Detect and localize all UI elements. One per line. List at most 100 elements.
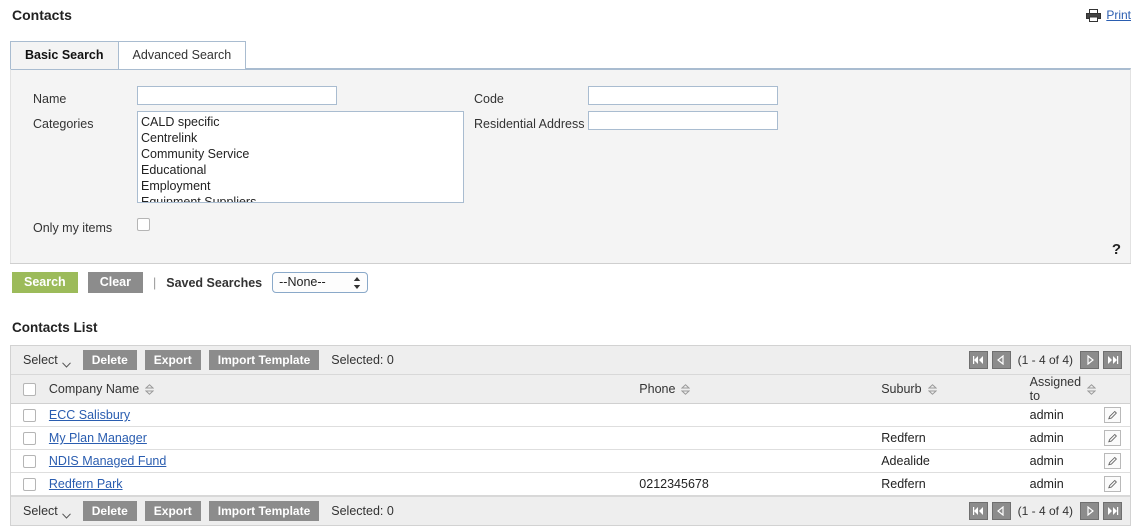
residential-address-input[interactable] [588, 111, 778, 130]
cell-edit [1100, 472, 1130, 496]
category-option[interactable]: Educational [141, 162, 463, 178]
search-tabs: Basic Search Advanced Search [10, 41, 247, 69]
row-checkbox[interactable] [23, 409, 36, 422]
category-option[interactable]: Community Service [141, 146, 463, 162]
pencil-icon [1108, 433, 1118, 442]
delete-button-bottom[interactable]: Delete [82, 501, 137, 521]
last-page-button-bottom[interactable] [1103, 502, 1122, 520]
sort-arrows-icon [1086, 383, 1097, 395]
saved-searches-select[interactable]: --None-- [272, 272, 369, 293]
row-select-cell [11, 426, 45, 450]
chevron-down-icon [61, 357, 71, 368]
column-label: Suburb [881, 382, 922, 396]
cell-company-name: My Plan Manager [44, 426, 636, 450]
pagination-top: (1 - 4 of 4) [968, 351, 1122, 369]
pencil-icon [1108, 410, 1118, 419]
row-checkbox[interactable] [23, 455, 36, 468]
row-select-cell [11, 449, 45, 473]
name-label: Name [33, 92, 67, 106]
first-page-button-top[interactable] [968, 351, 988, 369]
cell-edit [1100, 403, 1130, 427]
cell-phone [635, 426, 878, 450]
select-all-checkbox[interactable] [23, 383, 36, 396]
prev-page-button-top[interactable] [991, 351, 1011, 369]
column-header-suburb[interactable]: Suburb [877, 375, 1026, 404]
updown-arrows-icon [353, 276, 361, 290]
edit-row-button[interactable] [1104, 407, 1122, 423]
table-row[interactable]: My Plan Manager Redfern admin [11, 426, 1130, 450]
help-icon[interactable]: ? [1112, 241, 1121, 258]
category-option[interactable]: Equipment Suppliers [141, 194, 463, 202]
basic-search-panel: Name Categories CALD specific Centrelink… [10, 68, 1131, 263]
column-header-assigned-to[interactable]: Assigned to [1025, 375, 1101, 404]
row-checkbox[interactable] [23, 432, 36, 445]
print-action[interactable]: Print [1086, 8, 1131, 22]
select-dropdown-top[interactable]: Select [23, 353, 71, 368]
cell-company-name: NDIS Managed Fund [44, 449, 636, 473]
table-body: ECC Salisbury admin My Plan Manager Redf… [11, 403, 1130, 496]
only-my-items-checkbox[interactable] [137, 218, 150, 231]
cell-phone [635, 403, 878, 427]
next-page-button-top[interactable] [1080, 351, 1099, 369]
table-row[interactable]: ECC Salisbury admin [11, 403, 1130, 427]
first-page-button-bottom[interactable] [968, 502, 988, 520]
column-header-edit [1100, 375, 1130, 404]
name-input[interactable] [137, 86, 337, 105]
export-button-bottom[interactable]: Export [144, 501, 201, 521]
contacts-page: Contacts Print Basic Search Advanced Sea… [0, 0, 1139, 531]
category-option[interactable]: Employment [141, 178, 463, 194]
column-header-company-name[interactable]: Company Name [44, 375, 636, 404]
pagination-bottom: (1 - 4 of 4) [968, 502, 1122, 520]
cell-edit [1100, 449, 1130, 473]
residential-address-label: Residential Address [474, 117, 585, 131]
column-label: Assigned to [1029, 375, 1082, 403]
export-button-top[interactable]: Export [144, 350, 201, 370]
cell-edit [1100, 426, 1130, 450]
delete-button-top[interactable]: Delete [82, 350, 137, 370]
search-button[interactable]: Search [12, 272, 78, 293]
page-title: Contacts [12, 7, 72, 23]
selected-count-bottom: Selected: 0 [331, 504, 394, 518]
pagination-text-bottom: (1 - 4 of 4) [1017, 504, 1073, 518]
category-option[interactable]: CALD specific [141, 114, 463, 130]
import-template-button-bottom[interactable]: Import Template [208, 501, 320, 521]
column-header-phone[interactable]: Phone [635, 375, 878, 404]
cell-company-name: Redfern Park [44, 472, 636, 496]
company-link[interactable]: NDIS Managed Fund [49, 454, 166, 468]
tab-basic-search[interactable]: Basic Search [10, 41, 119, 69]
only-my-items-label: Only my items [33, 221, 113, 235]
select-dropdown-label: Select [23, 353, 58, 367]
category-option[interactable]: Centrelink [141, 130, 463, 146]
categories-listbox[interactable]: CALD specific Centrelink Community Servi… [137, 111, 464, 203]
next-page-button-bottom[interactable] [1080, 502, 1099, 520]
edit-row-button[interactable] [1104, 430, 1122, 446]
list-toolbar-top: Select Delete Export Import Template Sel… [11, 346, 1130, 375]
clear-button[interactable]: Clear [87, 272, 143, 293]
company-link[interactable]: My Plan Manager [49, 431, 147, 445]
print-link[interactable]: Print [1106, 8, 1131, 22]
sort-arrows-icon [681, 383, 691, 395]
edit-row-button[interactable] [1104, 476, 1122, 492]
cell-assigned-to: admin [1025, 426, 1101, 450]
prev-page-button-bottom[interactable] [991, 502, 1011, 520]
row-select-cell [11, 472, 45, 496]
tab-advanced-search[interactable]: Advanced Search [117, 41, 247, 69]
company-link[interactable]: ECC Salisbury [49, 408, 130, 422]
list-toolbar-bottom: Select Delete Export Import Template Sel… [11, 496, 1130, 525]
edit-row-button[interactable] [1104, 453, 1122, 469]
table-row[interactable]: Redfern Park 0212345678 Redfern admin [11, 472, 1130, 496]
search-action-bar: Search Clear | Saved Searches --None-- [10, 263, 1131, 301]
company-link[interactable]: Redfern Park [49, 477, 123, 491]
selected-count-top: Selected: 0 [331, 353, 394, 367]
import-template-button-top[interactable]: Import Template [208, 350, 320, 370]
row-checkbox[interactable] [23, 478, 36, 491]
page-header: Contacts Print [0, 0, 1139, 30]
saved-searches-value: --None-- [279, 275, 326, 289]
table-row[interactable]: NDIS Managed Fund Adealide admin [11, 449, 1130, 473]
code-input[interactable] [588, 86, 778, 105]
cell-assigned-to: admin [1025, 403, 1101, 427]
last-page-button-top[interactable] [1103, 351, 1122, 369]
select-dropdown-bottom[interactable]: Select [23, 504, 71, 519]
pencil-icon [1108, 479, 1118, 488]
contacts-table: Company Name Phone Suburb Assigned to EC… [11, 375, 1130, 496]
